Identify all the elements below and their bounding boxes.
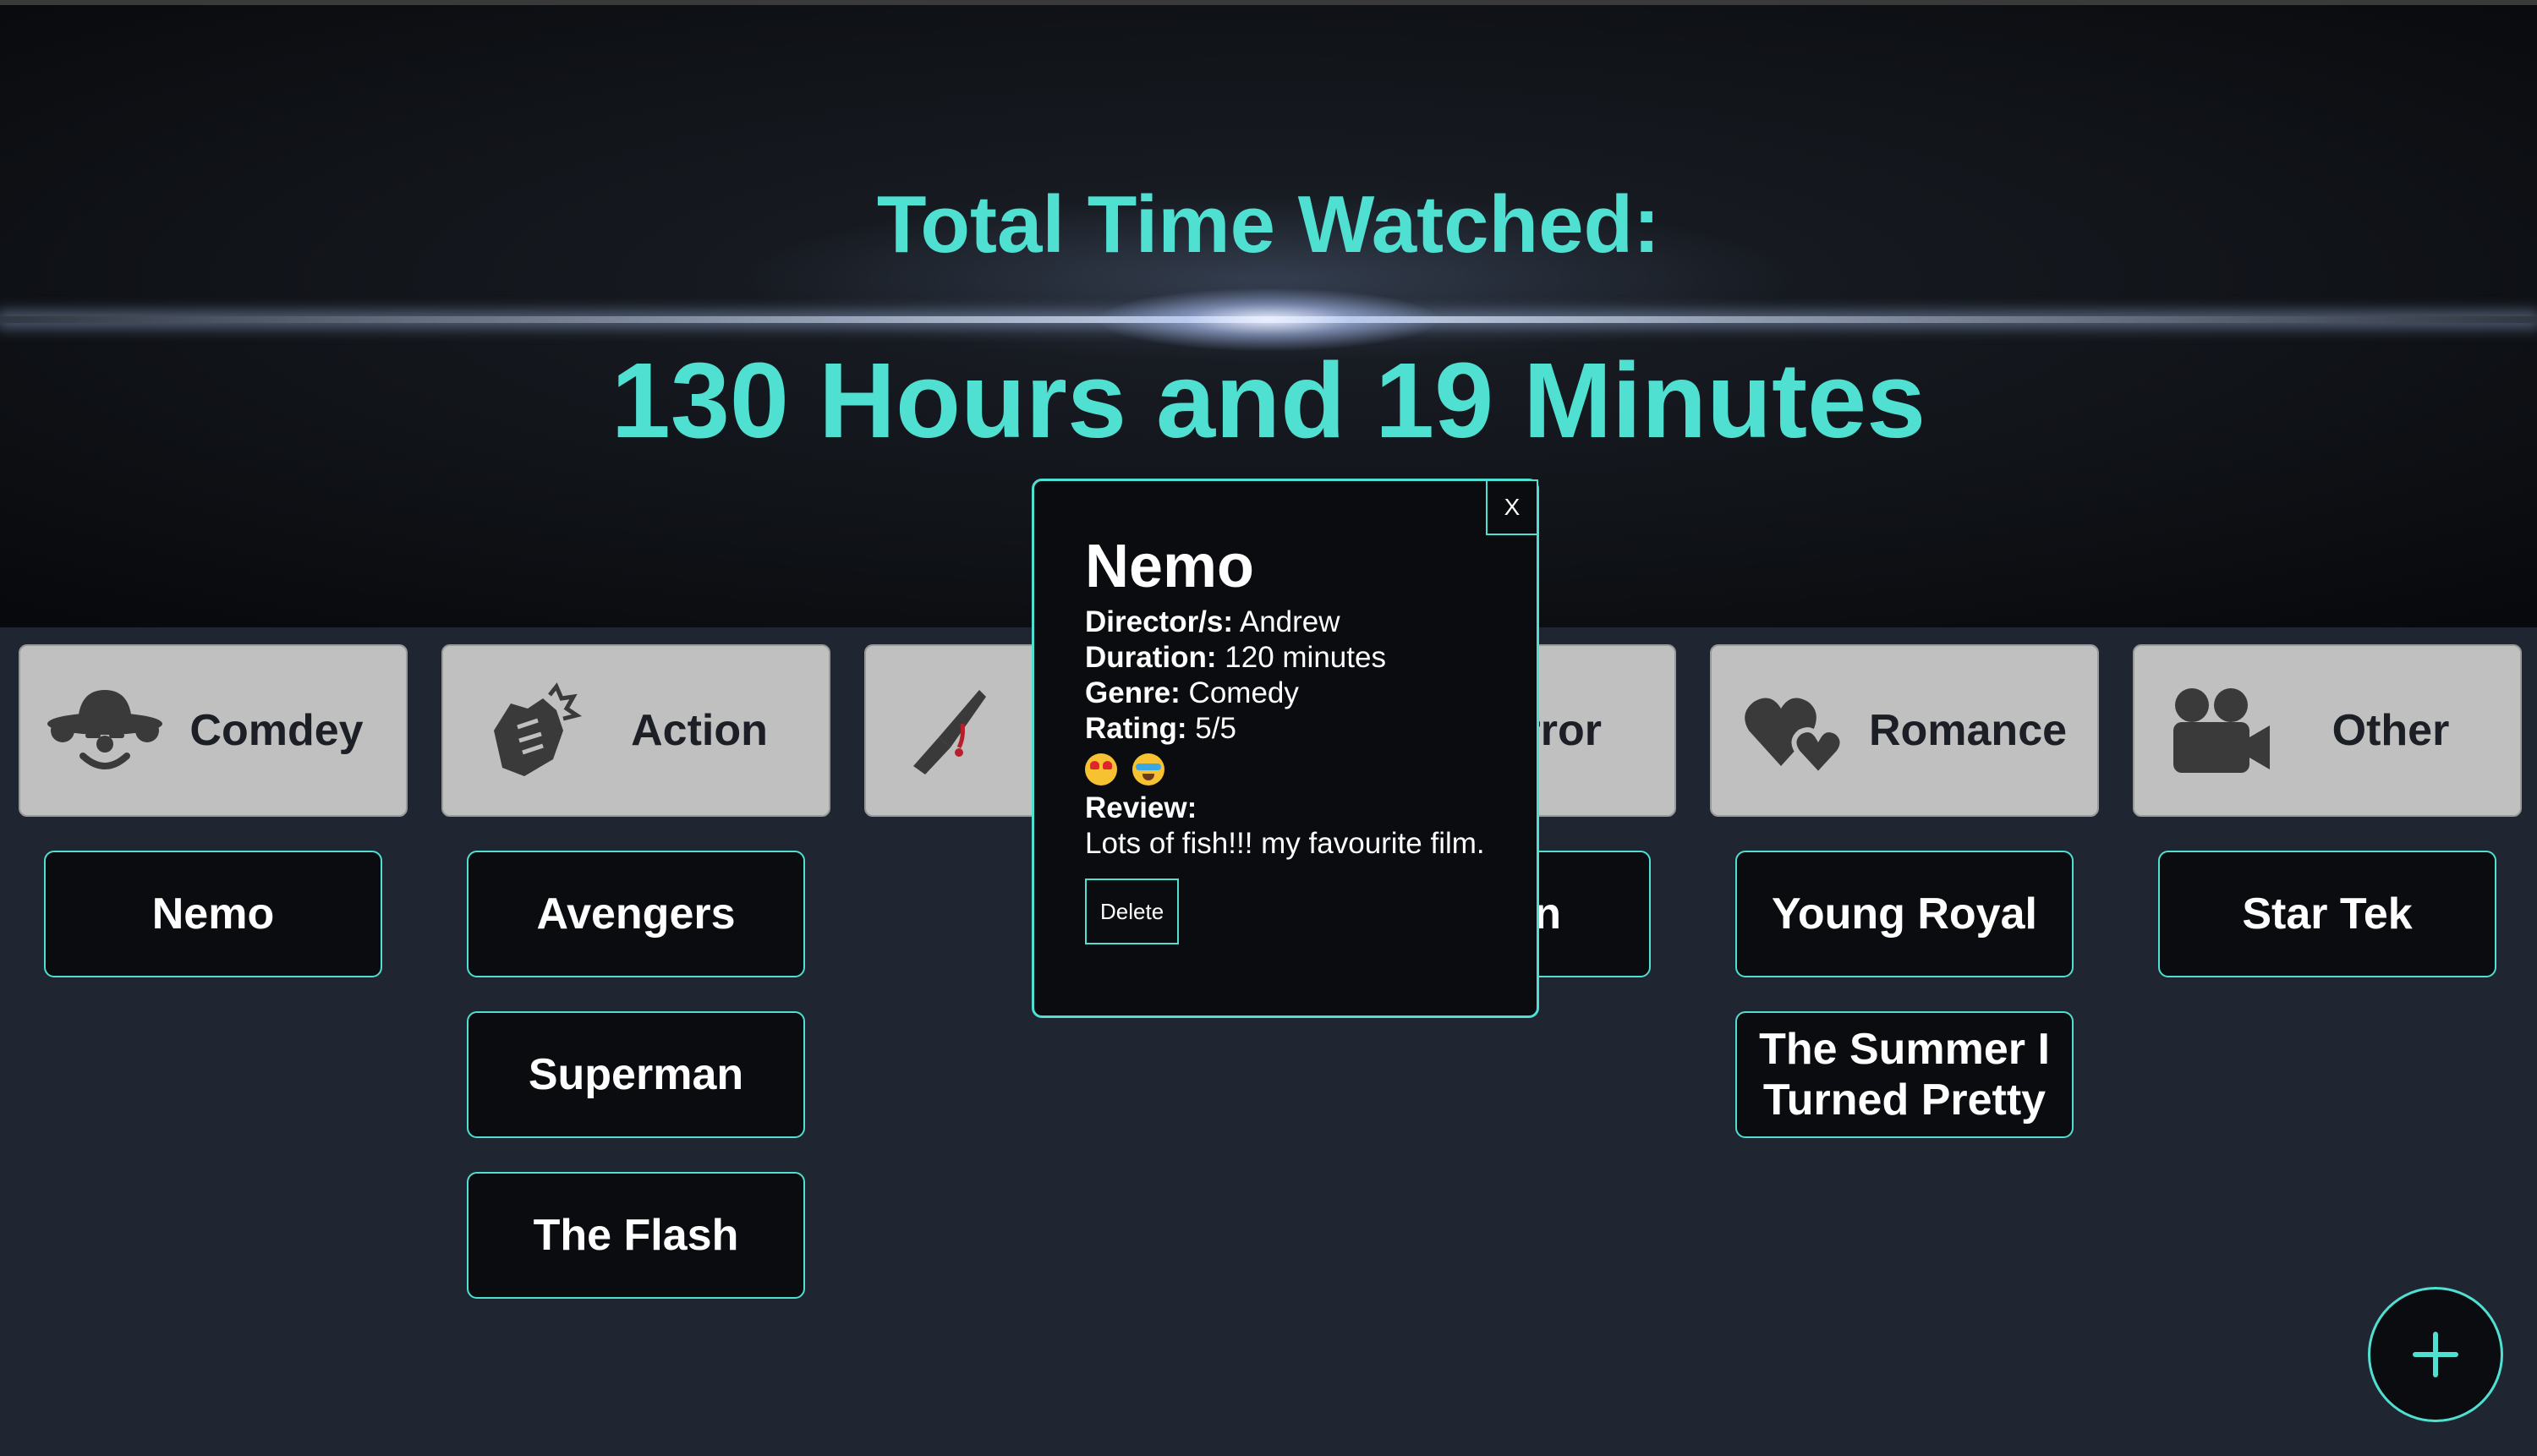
add-film-button[interactable] — [2368, 1287, 2503, 1422]
film-card-the-summer-i-turned-pretty[interactable]: The Summer I Turned Pretty — [1735, 1011, 2074, 1138]
film-detail-modal: X Nemo Director/s: Andrew Duration: 120 … — [1032, 479, 1539, 1018]
total-time-heading: Total Time Watched: — [876, 179, 1661, 270]
director-label: Director/s: — [1085, 605, 1234, 638]
rating-row: Rating: 5/5 — [1085, 711, 1491, 747]
genre-column-other: Other Star Tek — [2133, 644, 2522, 977]
modal-details: Director/s: Andrew Duration: 120 minutes… — [1085, 605, 1491, 944]
genre-label: Romance — [1868, 706, 2068, 755]
duration-label: Duration: — [1085, 641, 1217, 674]
plus-icon — [2413, 1332, 2458, 1377]
duration-row: Duration: 120 minutes — [1085, 640, 1491, 676]
genre-row: Genre: Comedy — [1085, 676, 1491, 711]
genre-button-other[interactable]: Other — [2133, 644, 2522, 817]
reaction-emojis — [1085, 753, 1491, 785]
review-text: Lots of fish!!! my favourite film. — [1085, 827, 1485, 860]
film-card-avengers[interactable]: Avengers — [467, 851, 805, 977]
genre-value: Comedy — [1188, 676, 1299, 709]
genre-label: Genre: — [1085, 676, 1181, 709]
hearts-icon — [1737, 671, 1855, 790]
genre-label: Other — [2332, 706, 2450, 755]
delete-button[interactable]: Delete — [1085, 879, 1180, 944]
genre-label: Comdey — [189, 706, 364, 755]
genre-button-romance[interactable]: Romance — [1710, 644, 2099, 817]
crying-emoji-icon — [1132, 753, 1164, 785]
genre-column-action: Action Avengers Superman The Flash — [441, 644, 830, 1299]
film-card-the-flash[interactable]: The Flash — [467, 1172, 805, 1299]
knife-icon — [891, 671, 1010, 790]
duration-value: 120 minutes — [1225, 641, 1386, 674]
review-label: Review: — [1085, 791, 1197, 824]
director-row: Director/s: Andrew — [1085, 605, 1491, 640]
genre-column-comedy: Comdey Nemo — [19, 644, 408, 977]
director-value: Andrew — [1239, 605, 1340, 638]
film-card-nemo[interactable]: Nemo — [44, 851, 382, 977]
heart-eyes-emoji-icon — [1085, 753, 1117, 785]
rating-value: 5/5 — [1195, 712, 1236, 745]
genre-label: Action — [631, 706, 768, 755]
genre-button-action[interactable]: Action — [441, 644, 830, 817]
close-button[interactable]: X — [1486, 479, 1538, 535]
genre-column-romance: Romance Young Royal The Summer I Turned … — [1710, 644, 2099, 1138]
film-card-star-tek[interactable]: Star Tek — [2158, 851, 2496, 977]
modal-title: Nemo — [1085, 533, 1255, 600]
video-camera-icon — [2160, 671, 2278, 790]
rating-label: Rating: — [1085, 712, 1187, 745]
clown-icon — [46, 671, 164, 790]
fist-icon — [468, 671, 587, 790]
film-card-superman[interactable]: Superman — [467, 1011, 805, 1138]
total-time-value: 130 Hours and 19 Minutes — [611, 341, 1926, 460]
genre-button-comedy[interactable]: Comdey — [19, 644, 408, 817]
film-card-young-royal[interactable]: Young Royal — [1735, 851, 2074, 977]
